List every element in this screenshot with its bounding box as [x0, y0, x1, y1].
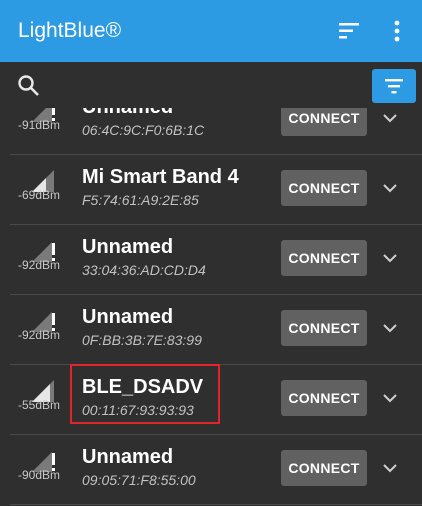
- device-address: 33:04:36:AD:CD:D4: [82, 262, 206, 278]
- device-name: Unnamed: [82, 306, 174, 328]
- more-vert-icon[interactable]: [382, 16, 412, 46]
- rssi-label: -55dBm: [18, 398, 61, 412]
- app-title: LightBlue®: [18, 19, 122, 42]
- device-address: 09:05:71:F8:55:00: [82, 472, 196, 488]
- device-name: Unnamed: [82, 236, 174, 258]
- rssi-label: -91dBm: [18, 118, 61, 132]
- chevron-down-icon[interactable]: [380, 458, 400, 478]
- list-item: -92dBm Unnamed 0F:BB:3B:7E:83:99 CONNECT: [0, 295, 422, 365]
- rssi-label: -92dBm: [18, 258, 61, 272]
- divider: [10, 504, 422, 505]
- connect-button[interactable]: CONNECT: [281, 310, 367, 346]
- rssi-label: -69dBm: [18, 188, 61, 202]
- chevron-down-icon[interactable]: [380, 178, 400, 198]
- chevron-down-icon[interactable]: [380, 248, 400, 268]
- list-item: -69dBm Mi Smart Band 4 F5:74:61:A9:2E:85…: [0, 155, 422, 225]
- device-list[interactable]: -91dBm Unnamed 06:4C:9C:F0:6B:1C CONNECT…: [0, 88, 422, 506]
- connect-button[interactable]: CONNECT: [281, 170, 367, 206]
- rssi-label: -90dBm: [18, 468, 61, 482]
- chevron-down-icon[interactable]: [380, 108, 400, 128]
- filter-icon: [385, 79, 403, 94]
- highlight-box: [70, 364, 220, 424]
- connect-button[interactable]: CONNECT: [281, 240, 367, 276]
- device-address: 0F:BB:3B:7E:83:99: [82, 332, 202, 348]
- chevron-down-icon[interactable]: [380, 318, 400, 338]
- device-address: F5:74:61:A9:2E:85: [82, 192, 199, 208]
- connect-button[interactable]: CONNECT: [281, 450, 367, 486]
- device-address: 06:4C:9C:F0:6B:1C: [82, 122, 205, 138]
- chevron-down-icon[interactable]: [380, 388, 400, 408]
- device-name: Mi Smart Band 4: [82, 166, 239, 188]
- list-item: -92dBm Unnamed 33:04:36:AD:CD:D4 CONNECT: [0, 225, 422, 295]
- app-bar: LightBlue®: [0, 0, 422, 62]
- connect-button[interactable]: CONNECT: [281, 380, 367, 416]
- search-icon[interactable]: [16, 73, 42, 99]
- sort-icon[interactable]: [334, 16, 364, 46]
- filter-button[interactable]: [372, 69, 416, 103]
- list-item: -90dBm Unnamed 09:05:71:F8:55:00 CONNECT: [0, 435, 422, 505]
- search-bar: [0, 62, 422, 108]
- rssi-label: -92dBm: [18, 328, 61, 342]
- device-name: Unnamed: [82, 446, 174, 468]
